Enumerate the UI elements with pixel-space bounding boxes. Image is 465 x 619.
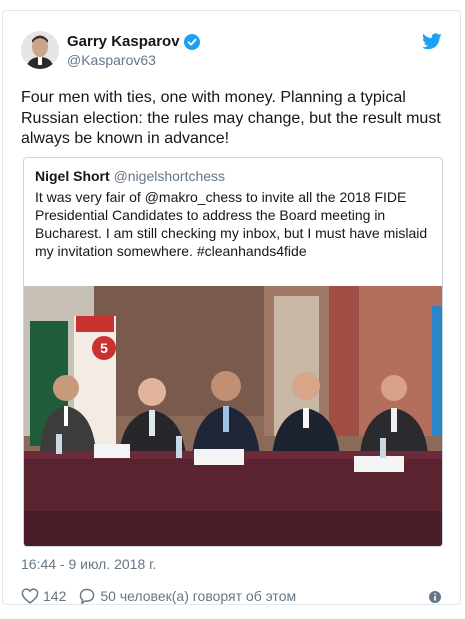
author-handle[interactable]: @Kasparov63 — [67, 52, 156, 68]
info-icon[interactable] — [428, 590, 442, 604]
quoted-tweet[interactable]: Nigel Short @nigelshortchess It was very… — [23, 157, 443, 547]
quoted-author-name[interactable]: Nigel Short — [35, 168, 110, 184]
reply-text: 50 человек(а) говорят об этом — [100, 588, 297, 604]
twitter-bird-icon[interactable] — [422, 33, 442, 50]
like-count: 142 — [43, 588, 67, 604]
verified-badge-icon — [183, 33, 200, 50]
author-avatar[interactable] — [21, 31, 59, 69]
tweet-card: Garry Kasparov @Kasparov63 Four men with… — [2, 10, 461, 605]
quoted-author-handle[interactable]: @nigelshortchess — [114, 168, 226, 184]
reply-action[interactable]: 50 человек(а) говорят об этом — [78, 588, 296, 604]
speech-bubble-icon[interactable] — [78, 588, 96, 604]
tweet-actions: 142 50 человек(а) говорят об этом — [21, 586, 308, 606]
quoted-text: It was very fair of @makro_chess to invi… — [35, 189, 428, 259]
banner-number: 5 — [100, 340, 108, 356]
quoted-header: Nigel Short @nigelshortchess — [35, 168, 225, 184]
author-name[interactable]: Garry Kasparov — [67, 33, 200, 50]
like-action[interactable]: 142 — [21, 588, 66, 604]
heart-icon[interactable] — [21, 588, 39, 604]
author-name-text[interactable]: Garry Kasparov — [67, 33, 180, 50]
tweet-timestamp[interactable]: 16:44 - 9 июл. 2018 г. — [21, 556, 156, 572]
tweet-text: Four men with ties, one with money. Plan… — [21, 89, 441, 147]
quoted-photo[interactable]: 5 — [24, 286, 443, 547]
